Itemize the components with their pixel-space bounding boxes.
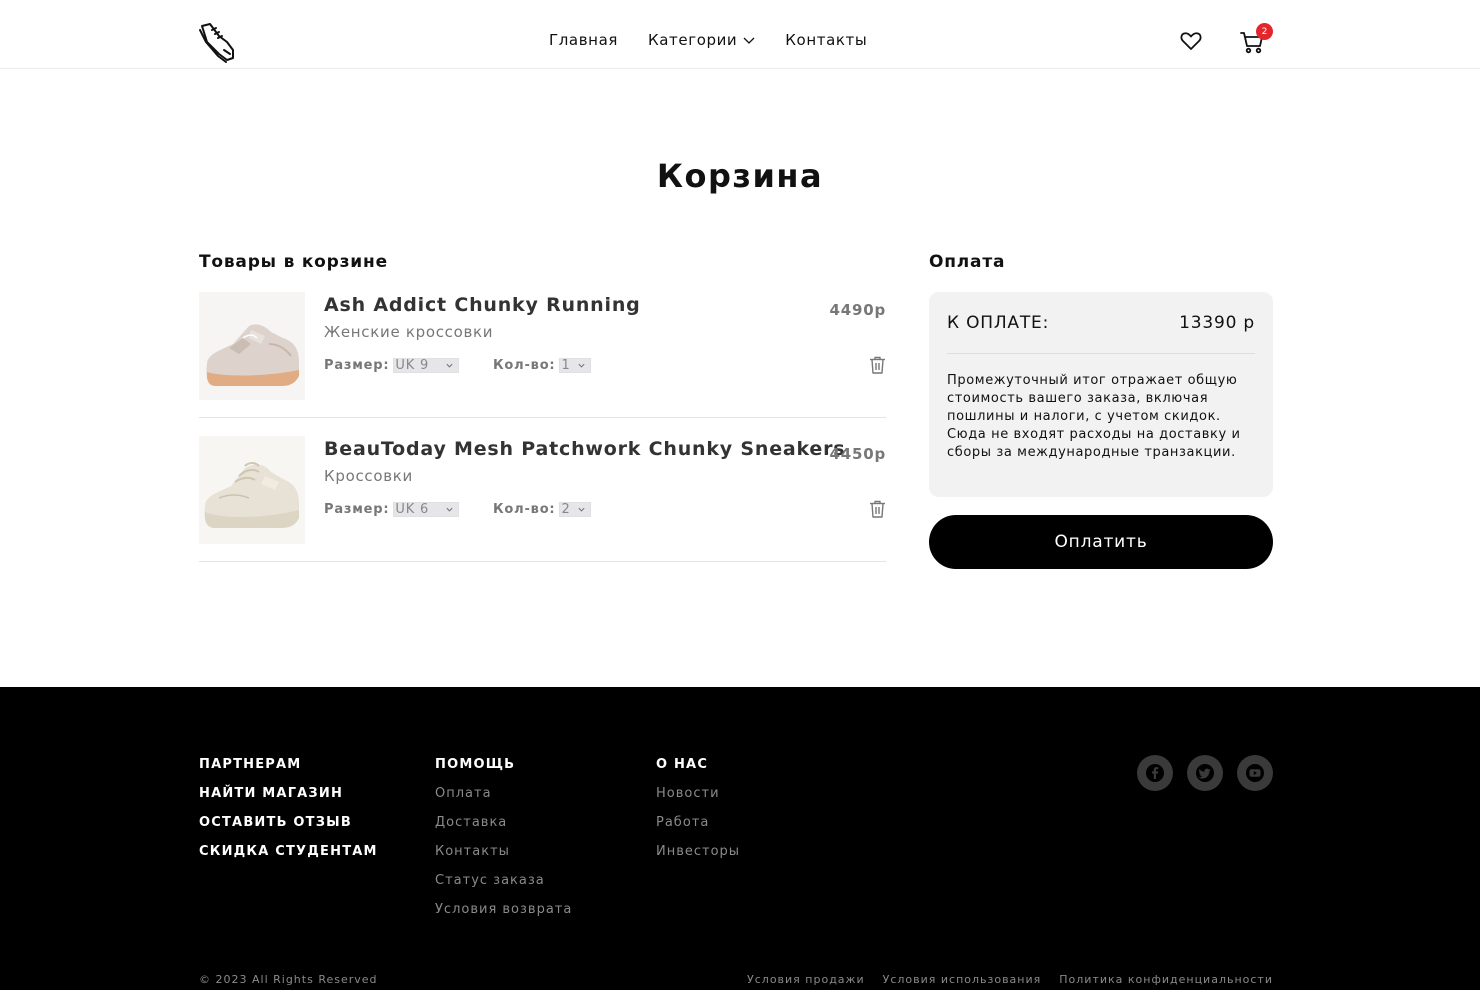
product-price: 4490р (829, 301, 886, 319)
copyright: © 2023 All Rights Reserved (199, 973, 378, 986)
payment-title: Оплата (929, 252, 1006, 272)
nav-home[interactable]: Главная (549, 31, 618, 49)
total-value: 13390 р (1179, 313, 1255, 333)
chevron-down-icon (578, 363, 586, 368)
qty-label: Кол-во: (493, 358, 556, 373)
footer-col-about: О НАС Новости Работа Инвесторы (656, 756, 740, 860)
footer-col-help: ПОМОЩЬ Оплата Доставка Контакты Статус з… (435, 756, 572, 918)
qty-select[interactable]: 1 (559, 358, 592, 373)
total-row: К ОПЛАТЕ: 13390 р (947, 313, 1255, 333)
nav-contacts[interactable]: Контакты (785, 31, 867, 49)
youtube-icon (1246, 764, 1264, 782)
footer-link[interactable]: СКИДКА СТУДЕНТАМ (199, 843, 378, 860)
chevron-down-icon (446, 363, 453, 368)
payment-summary: К ОПЛАТЕ: 13390 р Промежуточный итог отр… (929, 292, 1273, 497)
qty-label: Кол-во: (493, 502, 556, 517)
nav-contacts-label: Контакты (785, 31, 868, 49)
size-label: Размер: (324, 502, 390, 517)
site-header: Главная Категории Контакты 2 (0, 0, 1480, 69)
nav-categories-label: Категории (648, 31, 738, 49)
cart-item: BeauToday Mesh Patchwork Chunky Sneakers… (199, 436, 886, 562)
qty-option: Кол-во: 2 (493, 502, 592, 517)
heart-icon[interactable] (1179, 29, 1203, 53)
size-select[interactable]: UK 9 (393, 358, 460, 373)
nav-categories[interactable]: Категории (648, 31, 755, 49)
legal-link[interactable]: Условия продажи (747, 973, 865, 986)
product-price: 4450р (829, 445, 886, 463)
facebook-icon (1146, 764, 1164, 782)
site-footer: ПАРТНЕРАМ НАЙТИ МАГАЗИН ОСТАВИТЬ ОТЗЫВ С… (0, 687, 1480, 990)
divider (947, 353, 1255, 354)
qty-select[interactable]: 2 (559, 502, 592, 517)
facebook-button[interactable] (1137, 755, 1173, 791)
footer-heading: О НАС (656, 757, 709, 772)
total-label: К ОПЛАТЕ: (947, 313, 1050, 333)
footer-link[interactable]: Инвесторы (656, 843, 740, 860)
cart-count-badge: 2 (1256, 23, 1273, 40)
pay-button[interactable]: Оплатить (929, 515, 1273, 569)
main-nav: Главная Категории Контакты (549, 31, 867, 49)
footer-link[interactable]: Оплата (435, 785, 572, 802)
product-image[interactable] (199, 292, 305, 400)
sneaker-image (199, 436, 305, 544)
size-option: Размер: UK 6 (324, 502, 460, 517)
chevron-down-icon (578, 507, 586, 512)
footer-link[interactable]: ПАРТНЕРАМ (199, 756, 378, 773)
size-value: UK 9 (395, 358, 430, 373)
payment-note: Промежуточный итог отражает общую стоимо… (947, 373, 1241, 460)
nav-home-label: Главная (549, 31, 618, 49)
twitter-button[interactable] (1187, 755, 1223, 791)
size-select[interactable]: UK 6 (393, 502, 460, 517)
legal-link[interactable]: Условия использования (883, 973, 1042, 986)
size-label: Размер: (324, 358, 390, 373)
cart-items-title: Товары в корзине (199, 252, 388, 272)
footer-link[interactable]: Условия возврата (435, 901, 572, 918)
product-image[interactable] (199, 436, 305, 544)
footer-link[interactable]: Новости (656, 785, 740, 802)
twitter-icon (1196, 764, 1214, 782)
trash-icon[interactable] (869, 500, 886, 518)
footer-heading: ПОМОЩЬ (435, 757, 516, 772)
footer-col-partners: ПАРТНЕРАМ НАЙТИ МАГАЗИН ОСТАВИТЬ ОТЗЫВ С… (199, 756, 378, 860)
youtube-button[interactable] (1237, 755, 1273, 791)
footer-link[interactable]: Контакты (435, 843, 572, 860)
footer-link[interactable]: Статус заказа (435, 872, 572, 889)
product-name[interactable]: Ash Addict Chunky Running (324, 294, 641, 316)
legal-links: Условия продажи Условия использования По… (747, 973, 1273, 986)
chevron-down-icon (446, 507, 453, 512)
product-category: Женские кроссовки (324, 323, 494, 341)
legal-link[interactable]: Политика конфиденциальности (1059, 973, 1273, 986)
size-value: UK 6 (395, 502, 430, 517)
product-category: Кроссовки (324, 467, 413, 485)
chevron-down-icon (743, 37, 755, 44)
product-name[interactable]: BeauToday Mesh Patchwork Chunky Sneakers (324, 438, 845, 460)
qty-value: 1 (561, 358, 571, 373)
footer-link[interactable]: ОСТАВИТЬ ОТЗЫВ (199, 814, 378, 831)
footer-link[interactable]: Доставка (435, 814, 572, 831)
sneaker-image (199, 292, 305, 400)
cart-item: Ash Addict Chunky Running Женские кроссо… (199, 292, 886, 418)
qty-option: Кол-во: 1 (493, 358, 592, 373)
footer-link[interactable]: НАЙТИ МАГАЗИН (199, 785, 378, 802)
page-title: Корзина (656, 157, 824, 195)
trash-icon[interactable] (869, 356, 886, 374)
sneaker-logo-icon[interactable] (197, 20, 237, 64)
size-option: Размер: UK 9 (324, 358, 460, 373)
qty-value: 2 (561, 502, 571, 517)
footer-link[interactable]: Работа (656, 814, 740, 831)
